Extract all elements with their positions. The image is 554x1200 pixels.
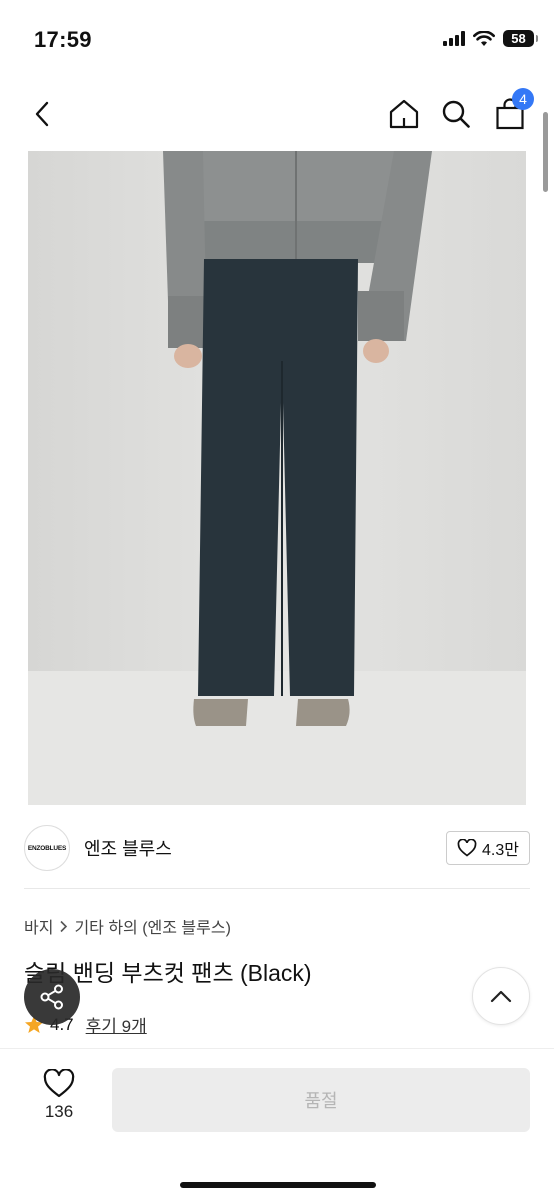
- cart-button[interactable]: 4: [490, 88, 534, 134]
- chevron-left-icon: [35, 101, 49, 127]
- heart-icon: [457, 839, 477, 857]
- home-icon: [389, 99, 419, 129]
- chevron-right-icon: [60, 920, 68, 932]
- search-icon: [442, 100, 470, 128]
- home-button[interactable]: [384, 94, 424, 134]
- shop-like-count: 4.3만: [482, 842, 519, 859]
- back-button[interactable]: [22, 94, 62, 134]
- soldout-button[interactable]: 품절: [112, 1068, 530, 1132]
- search-button[interactable]: [436, 94, 476, 134]
- shop-name[interactable]: 엔조 블루스: [84, 835, 172, 861]
- status-time: 17:59: [34, 27, 92, 52]
- shop-like-button[interactable]: 4.3만: [446, 831, 530, 865]
- scroll-top-button[interactable]: [472, 967, 530, 1025]
- breadcrumb-category[interactable]: 바지: [24, 914, 53, 938]
- product-image[interactable]: [28, 151, 526, 805]
- cellular-signal-icon: [443, 31, 465, 46]
- battery-level: 58: [511, 31, 526, 46]
- review-link[interactable]: 후기 9개: [86, 1012, 147, 1037]
- share-icon: [40, 984, 63, 1010]
- chevron-up-icon: [490, 990, 512, 1003]
- breadcrumb: 바지 기타 하의 (엔조 블루스): [24, 914, 231, 938]
- status-icons: 58: [443, 30, 538, 47]
- wish-count: 136: [44, 1102, 74, 1121]
- bottom-action-bar: 136 품절: [0, 1048, 554, 1200]
- product-photo: [28, 151, 526, 805]
- status-bar: 17:59 58: [0, 0, 554, 72]
- wish-button[interactable]: 136: [28, 1069, 90, 1122]
- wifi-icon: [473, 30, 495, 46]
- scrollbar[interactable]: [543, 112, 548, 192]
- shop-row[interactable]: ENZOBLUES 엔조 블루스 4.3만: [24, 820, 530, 876]
- shop-logo[interactable]: ENZOBLUES: [24, 825, 70, 871]
- divider: [24, 888, 530, 889]
- share-button[interactable]: [24, 969, 80, 1025]
- nav-bar: 4: [0, 84, 554, 142]
- heart-icon: [43, 1069, 75, 1098]
- battery-icon: 58: [503, 30, 538, 47]
- breadcrumb-subcategory[interactable]: 기타 하의 (엔조 블루스): [74, 914, 230, 938]
- cart-badge: 4: [512, 88, 534, 110]
- home-indicator: [180, 1182, 376, 1188]
